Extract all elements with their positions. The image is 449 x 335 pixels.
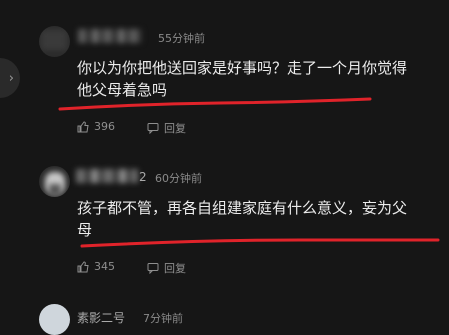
comment-text-line: 母 [77, 221, 93, 239]
comment-time: 55分钟前 [158, 32, 205, 45]
thumbs-up-icon [77, 260, 89, 273]
username-fragment: 2 [139, 170, 147, 184]
avatar[interactable] [39, 26, 70, 57]
reply-button[interactable]: 回复 [147, 120, 186, 136]
chevron-right-icon: › [8, 70, 14, 86]
reply-button[interactable]: 回复 [147, 260, 186, 276]
comment-text-line: 孩子都不管，再各自组建家庭有什么意义，妄为父 [77, 199, 408, 217]
comment-time: 7分钟前 [143, 312, 183, 325]
reply-icon [147, 122, 159, 134]
like-count: 345 [94, 260, 115, 273]
thumbs-up-icon [77, 120, 89, 133]
username-pixelated [78, 29, 142, 43]
like-button[interactable]: 345 [77, 260, 115, 273]
comment-text-line: 你以为你把他送回家是好事吗？走了一个月你觉得 [77, 59, 408, 77]
like-count: 396 [94, 120, 115, 133]
reply-label: 回复 [164, 122, 186, 135]
comment-text-line: 他父母着急吗 [77, 81, 168, 99]
avatar[interactable] [39, 166, 70, 197]
comment-time: 60分钟前 [155, 172, 202, 185]
expand-sidebar-button[interactable]: › [0, 58, 20, 98]
comment-author: 素影二号 [77, 311, 126, 325]
avatar[interactable] [39, 304, 70, 335]
annotation-underline [80, 238, 440, 248]
username-pixelated [76, 169, 138, 183]
like-button[interactable]: 396 [77, 120, 115, 133]
reply-label: 回复 [164, 262, 186, 275]
reply-icon [147, 262, 159, 274]
